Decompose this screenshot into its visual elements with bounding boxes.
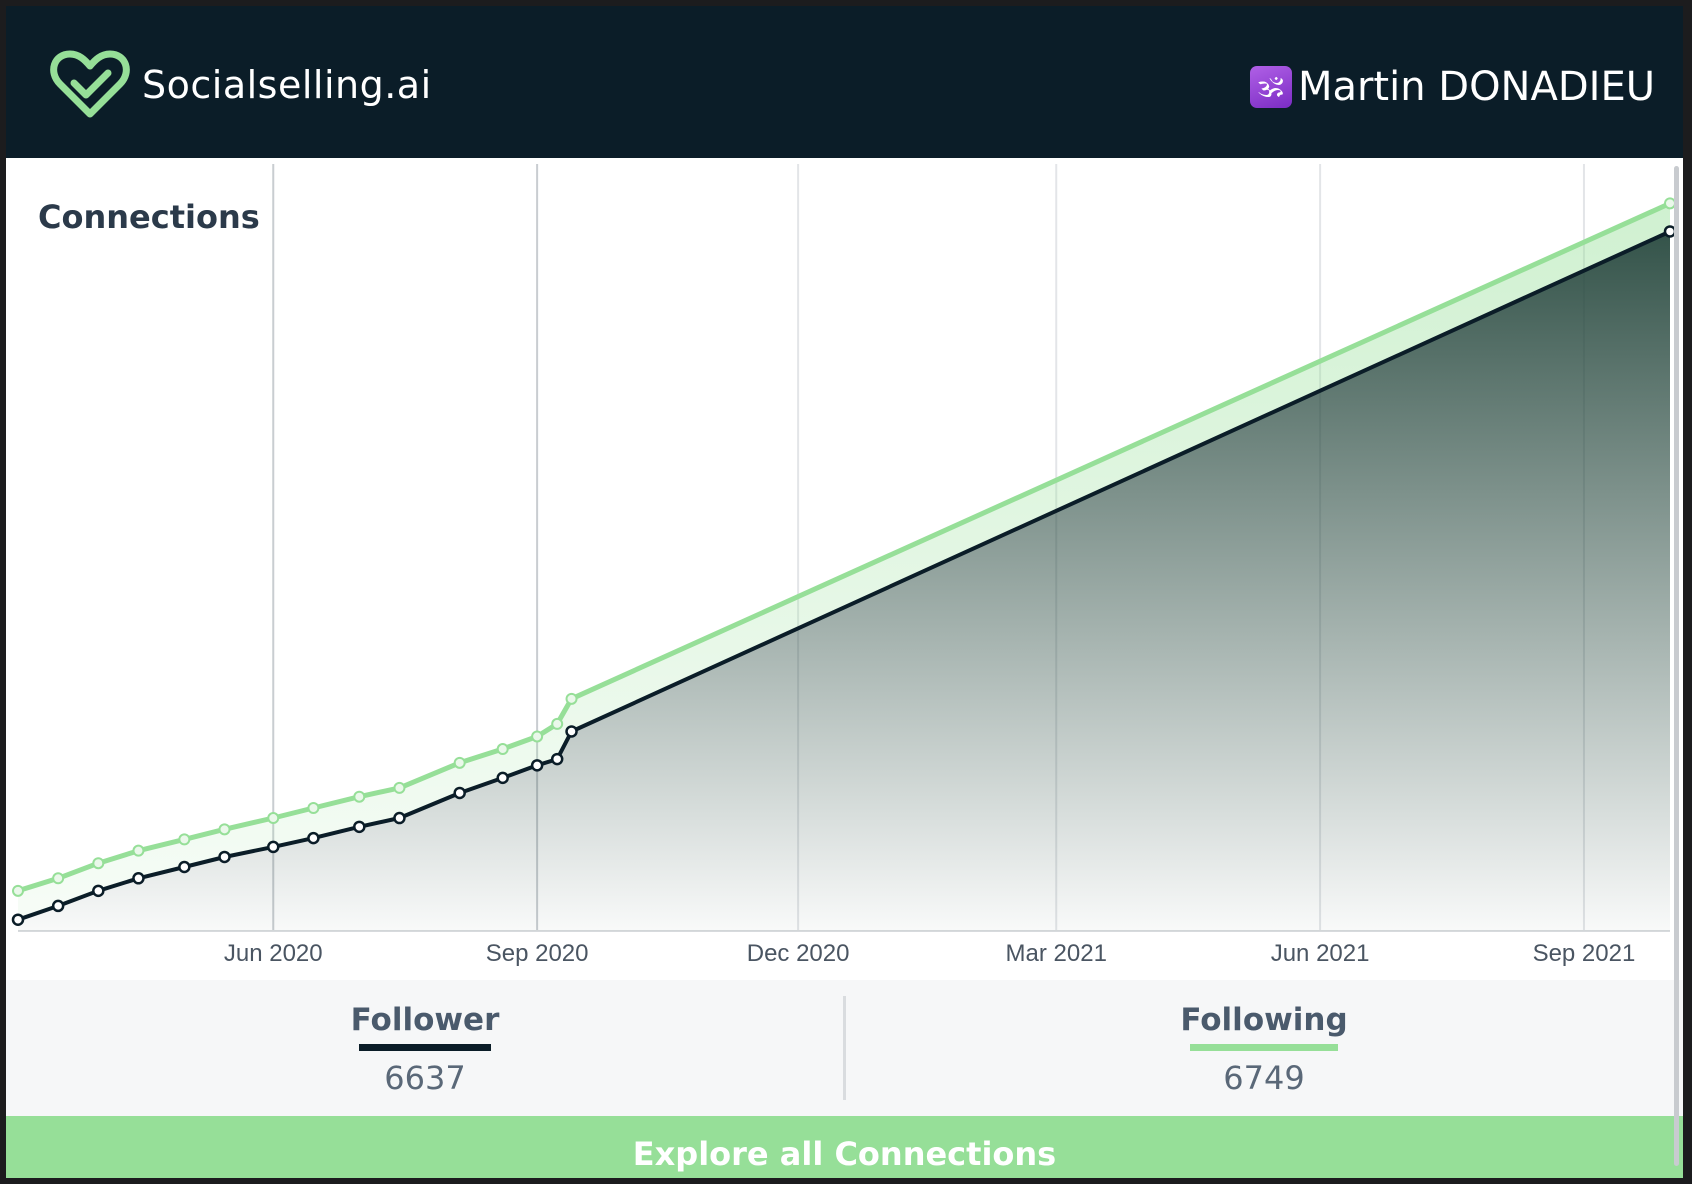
following-stat[interactable]: Following 6749	[1064, 1002, 1464, 1097]
top-bar: Socialselling.ai 🕉 Martin DONADIEU	[6, 6, 1683, 158]
heart-check-logo-icon	[50, 50, 130, 118]
x-tick-label: Sep 2020	[486, 940, 589, 967]
following-label: Following	[1180, 1002, 1348, 1038]
following-legend-swatch	[1190, 1044, 1338, 1051]
x-tick-label: Dec 2020	[747, 940, 850, 967]
follower-point	[267, 840, 280, 854]
follower-point	[393, 811, 406, 825]
scrollbar[interactable]	[1674, 166, 1679, 1166]
chart-title: Connections	[38, 198, 260, 236]
follower-legend-swatch	[359, 1044, 491, 1051]
brand[interactable]: Socialselling.ai	[50, 50, 432, 120]
following-point	[218, 823, 231, 836]
follower-point	[218, 850, 231, 864]
following-point	[353, 790, 366, 803]
brand-name: Socialselling.ai	[142, 63, 432, 107]
stats-divider	[843, 996, 846, 1100]
follower-point	[550, 752, 564, 766]
follower-point	[530, 759, 544, 772]
following-point	[178, 833, 191, 846]
following-point	[267, 812, 280, 825]
following-point	[52, 872, 65, 885]
following-point	[12, 884, 24, 897]
following-count: 6749	[1223, 1059, 1305, 1097]
user-name: Martin DONADIEU	[1297, 64, 1655, 110]
follower-count: 6637	[384, 1059, 466, 1097]
x-tick-label: Sep 2021	[1533, 940, 1636, 967]
following-point	[393, 781, 406, 794]
follower-point	[353, 820, 366, 834]
follower-label: Follower	[350, 1002, 500, 1038]
following-point	[496, 743, 509, 756]
follower-point	[565, 725, 578, 738]
following-point	[453, 756, 466, 769]
connections-chart: Jun 2020 Sep 2020 Dec 2020 Mar 2021 Jun 2021…	[6, 158, 1683, 978]
app-frame: Socialselling.ai 🕉 Martin DONADIEU Jun 2…	[6, 6, 1683, 1178]
follower-point	[496, 771, 509, 785]
following-point	[307, 802, 320, 815]
chart-canvas: Jun 2020 Sep 2020 Dec 2020 Mar 2021 Jun 2021…	[11, 164, 1677, 967]
follower-stat[interactable]: Follower 6637	[225, 1002, 625, 1097]
following-point	[531, 730, 544, 743]
x-tick-label: Mar 2021	[1006, 940, 1107, 967]
follower-point	[307, 831, 320, 845]
stats-panel: Follower 6637 Following 6749	[6, 980, 1683, 1116]
follower-point	[92, 884, 105, 898]
x-tick-label: Jun 2021	[1271, 940, 1370, 967]
follower-point	[132, 872, 145, 885]
follower-point	[178, 860, 191, 874]
om-symbol-icon: 🕉	[1249, 66, 1292, 108]
follower-point	[453, 786, 466, 800]
following-point	[551, 717, 564, 730]
follower-point	[11, 913, 25, 926]
following-point	[132, 844, 145, 857]
following-point	[565, 692, 578, 705]
following-point	[92, 857, 105, 870]
x-tick-label: Jun 2020	[224, 940, 323, 967]
explore-connections-label: Explore all Connections	[632, 1135, 1057, 1173]
follower-point	[51, 899, 65, 913]
user-menu[interactable]: 🕉 Martin DONADIEU	[1249, 60, 1655, 114]
explore-connections-button[interactable]: Explore all Connections	[6, 1116, 1683, 1178]
